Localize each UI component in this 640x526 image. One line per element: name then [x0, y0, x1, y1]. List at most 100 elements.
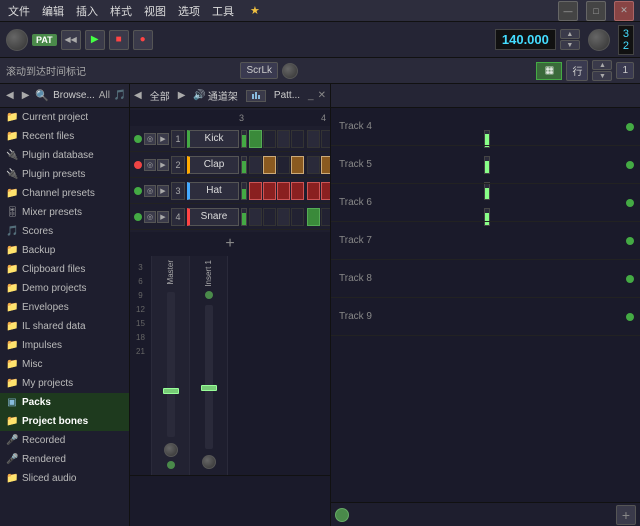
sidebar-item-rendered[interactable]: 🎤 Rendered — [0, 450, 129, 469]
snare-mute[interactable]: ◎ — [144, 211, 156, 223]
master-fader-knob[interactable] — [163, 388, 179, 394]
menu-insert[interactable]: 插入 — [74, 3, 100, 19]
hat-name-button[interactable]: Hat — [187, 182, 239, 200]
favorites-icon[interactable]: ★ — [248, 4, 262, 17]
kick-name-button[interactable]: Kick — [187, 130, 239, 148]
clap-step-2[interactable] — [263, 156, 276, 174]
clap-solo[interactable]: ▶ — [157, 159, 169, 171]
pattern-view-button[interactable]: ▦ — [536, 62, 562, 80]
hat-led[interactable] — [134, 187, 142, 195]
sidebar-search-icon[interactable]: 🔍 — [35, 89, 49, 102]
mixer-mini-icon[interactable] — [246, 90, 266, 102]
sidebar-item-mixer-presets[interactable]: 🎚 Mixer presets — [0, 203, 129, 222]
menu-file[interactable]: 文件 — [6, 3, 32, 19]
menu-options[interactable]: 选项 — [176, 3, 202, 19]
kick-step-2[interactable] — [263, 130, 276, 148]
menu-tools[interactable]: 工具 — [210, 3, 236, 19]
kick-solo[interactable]: ▶ — [157, 133, 169, 145]
sidebar-item-channel-presets[interactable]: 📁 Channel presets — [0, 184, 129, 203]
sidebar-back-button[interactable]: ◀ — [4, 89, 16, 102]
channel-nav-left[interactable]: ◀ — [134, 90, 142, 101]
sidebar-item-clipboard-files[interactable]: 📁 Clipboard files — [0, 260, 129, 279]
hat-volume[interactable] — [241, 182, 247, 200]
sidebar-item-plugin-presets[interactable]: 🔌 Plugin presets — [0, 165, 129, 184]
menu-view[interactable]: 视图 — [142, 3, 168, 19]
snare-led[interactable] — [134, 213, 142, 221]
scrlk-button[interactable]: ScrLk — [240, 62, 278, 79]
insert1-fader-knob[interactable] — [201, 385, 217, 391]
maximize-button[interactable]: □ — [586, 1, 606, 21]
sidebar-item-impulses[interactable]: 📁 Impulses — [0, 336, 129, 355]
clap-step-3[interactable] — [277, 156, 290, 174]
clap-mute[interactable]: ◎ — [144, 159, 156, 171]
snare-name-button[interactable]: Snare — [187, 208, 239, 226]
add-channel-row[interactable]: + — [130, 232, 330, 256]
kick-mute[interactable]: ◎ — [144, 133, 156, 145]
menu-edit[interactable]: 编辑 — [40, 3, 66, 19]
sidebar-item-sliced-audio[interactable]: 📁 Sliced audio — [0, 469, 129, 488]
sidebar-item-project-bones[interactable]: 📁 Project bones — [0, 412, 129, 431]
sidebar-notes-button[interactable]: 🎵 — [114, 90, 126, 101]
sidebar-item-il-shared-data[interactable]: 📁 IL shared data — [0, 317, 129, 336]
snare-step-1[interactable] — [249, 208, 262, 226]
patt-close-icon[interactable]: ✕ — [318, 90, 326, 101]
sidebar-item-backup[interactable]: 📁 Backup — [0, 241, 129, 260]
bpm-up-button[interactable]: ▲ — [560, 29, 580, 39]
bpm-display[interactable]: 140.000 — [495, 29, 556, 50]
kick-step-3[interactable] — [277, 130, 290, 148]
clap-led[interactable] — [134, 161, 142, 169]
row-down-button[interactable]: ▼ — [592, 71, 612, 81]
sidebar-item-plugin-database[interactable]: 🔌 Plugin database — [0, 146, 129, 165]
sidebar-item-envelopes[interactable]: 📁 Envelopes — [0, 298, 129, 317]
sidebar-item-demo-projects[interactable]: 📁 Demo projects — [0, 279, 129, 298]
sidebar-item-my-projects[interactable]: 📁 My projects — [0, 374, 129, 393]
record-button[interactable]: ● — [133, 30, 153, 50]
master-pan-knob[interactable] — [164, 443, 178, 457]
hat-mute[interactable]: ◎ — [144, 185, 156, 197]
channel-nav-right[interactable]: ▶ — [178, 90, 186, 101]
bpm-down-button[interactable]: ▼ — [560, 40, 580, 50]
sidebar-item-recorded[interactable]: 🎤 Recorded — [0, 431, 129, 450]
clap-step-1[interactable] — [249, 156, 262, 174]
snare-volume[interactable] — [241, 208, 247, 226]
hat-step-2[interactable] — [263, 182, 276, 200]
play-button[interactable]: ▶ — [85, 30, 105, 50]
row-up-button[interactable]: ▲ — [592, 60, 612, 70]
kick-volume[interactable] — [241, 130, 247, 148]
stop-button[interactable]: ■ — [109, 30, 129, 50]
hat-step-3[interactable] — [277, 182, 290, 200]
master-pitch-knob[interactable] — [6, 29, 28, 51]
kick-led[interactable] — [134, 135, 142, 143]
clap-step-5[interactable] — [307, 156, 320, 174]
sidebar-item-misc[interactable]: 📁 Misc — [0, 355, 129, 374]
skip-back-button[interactable]: ◀◀ — [61, 30, 81, 50]
playlist-loop-indicator[interactable] — [335, 508, 349, 522]
snare-step-5[interactable] — [307, 208, 320, 226]
master-volume-knob[interactable] — [588, 29, 610, 51]
sidebar-item-packs[interactable]: ▣ Packs — [0, 393, 129, 412]
kick-step-1[interactable] — [249, 130, 262, 148]
snare-solo[interactable]: ▶ — [157, 211, 169, 223]
clap-name-button[interactable]: Clap — [187, 156, 239, 174]
hat-step-4[interactable] — [291, 182, 304, 200]
sidebar-forward-button[interactable]: ▶ — [20, 89, 32, 102]
zoom-knob[interactable] — [282, 63, 298, 79]
sidebar-item-scores[interactable]: 🎵 Scores — [0, 222, 129, 241]
sidebar-item-recent-files[interactable]: 📁 Recent files — [0, 127, 129, 146]
minimize-button[interactable]: — — [558, 1, 578, 21]
hat-solo[interactable]: ▶ — [157, 185, 169, 197]
add-channel-button[interactable]: + — [225, 235, 234, 253]
snare-step-3[interactable] — [277, 208, 290, 226]
clap-volume[interactable] — [241, 156, 247, 174]
sidebar-item-current-project[interactable]: 📁 Current project — [0, 108, 129, 127]
insert1-pan-knob[interactable] — [202, 455, 216, 469]
menu-style[interactable]: 样式 — [108, 3, 134, 19]
kick-step-4[interactable] — [291, 130, 304, 148]
hat-step-5[interactable] — [307, 182, 320, 200]
close-button[interactable]: ✕ — [614, 1, 634, 21]
time-sig-display[interactable]: 3 2 — [618, 25, 634, 55]
hat-step-1[interactable] — [249, 182, 262, 200]
playlist-add-button[interactable]: + — [616, 505, 636, 525]
clap-step-4[interactable] — [291, 156, 304, 174]
patt-minimize[interactable]: _ — [308, 90, 314, 101]
